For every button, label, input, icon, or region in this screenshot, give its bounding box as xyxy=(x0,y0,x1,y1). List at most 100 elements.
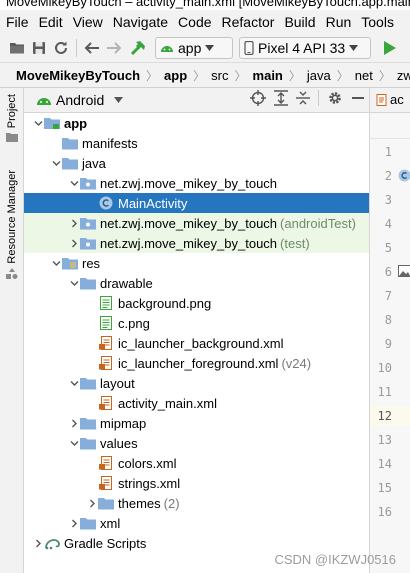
tree-node-label: strings.xml xyxy=(118,475,181,491)
tree-node[interactable]: layout xyxy=(24,373,369,393)
menu-code[interactable]: Code xyxy=(172,14,215,30)
tree-node-label: Gradle Scripts xyxy=(64,535,147,551)
editor-tab-label: ac xyxy=(390,92,404,107)
tree-node[interactable]: manifests xyxy=(24,133,369,153)
breadcrumb-item[interactable]: main xyxy=(251,68,285,83)
tree-node[interactable]: drawable xyxy=(24,273,369,293)
header-separator xyxy=(318,90,319,106)
class-gutter-icon[interactable] xyxy=(398,169,410,183)
tree-node[interactable]: net.zwj.move_mikey_by_touch (androidTest) xyxy=(24,213,369,233)
menu-edit[interactable]: Edit xyxy=(33,14,67,30)
resource-manager-tool-tab[interactable]: Resource Manager xyxy=(3,170,21,280)
tree-node[interactable]: xml xyxy=(24,513,369,533)
tree-node[interactable]: net.zwj.move_mikey_by_touch xyxy=(24,173,369,193)
locate-target-icon[interactable] xyxy=(250,90,266,106)
chevron-down-icon[interactable] xyxy=(34,119,43,128)
tree-node[interactable]: themes (2) xyxy=(24,493,369,513)
chevron-down-icon[interactable] xyxy=(114,97,124,103)
chevron-down-icon[interactable] xyxy=(70,439,79,448)
project-tool-tab[interactable]: Project xyxy=(3,94,21,143)
breadcrumb-item[interactable]: java xyxy=(305,68,333,83)
forward-arrow-icon[interactable] xyxy=(103,37,125,59)
tree-node[interactable]: colors.xml xyxy=(24,453,369,473)
tree-toggle[interactable] xyxy=(68,173,80,193)
tree-toggle[interactable] xyxy=(86,493,98,513)
project-tree: app manifests java net.zwj.move_mikey_by_to… xyxy=(24,113,369,553)
tree-node[interactable]: net.zwj.move_mikey_by_touch (test) xyxy=(24,233,369,253)
breadcrumb-item[interactable]: MoveMikeyByTouch xyxy=(14,68,142,83)
run-play-icon[interactable] xyxy=(379,37,401,59)
chevron-down-icon[interactable] xyxy=(70,179,79,188)
breadcrumb-item[interactable]: net xyxy=(353,68,375,83)
expand-all-icon[interactable] xyxy=(274,90,288,106)
tree-toggle[interactable] xyxy=(68,233,80,253)
run-configuration-selector[interactable]: app xyxy=(155,37,233,59)
chevron-right-icon[interactable] xyxy=(34,539,43,548)
tree-node[interactable]: c.png xyxy=(24,313,369,333)
chevron-right-icon[interactable] xyxy=(88,499,97,508)
tree-toggle[interactable] xyxy=(50,153,62,173)
breadcrumb-item[interactable]: zwj xyxy=(395,68,410,83)
tree-toggle[interactable] xyxy=(32,113,44,133)
tree-toggle[interactable] xyxy=(68,433,80,453)
tree-node[interactable]: res xyxy=(24,253,369,273)
menu-view[interactable]: View xyxy=(67,14,107,30)
chevron-right-icon[interactable] xyxy=(70,419,79,428)
tree-node[interactable]: Gradle Scripts xyxy=(24,533,369,553)
editor-tab[interactable]: ac xyxy=(376,92,404,107)
tree-toggle[interactable] xyxy=(68,213,80,233)
back-arrow-icon[interactable] xyxy=(81,37,103,59)
menu-navigate[interactable]: Navigate xyxy=(107,14,172,30)
menu-file[interactable]: File xyxy=(0,14,33,30)
build-hammer-icon[interactable] xyxy=(127,37,149,59)
tree-toggle xyxy=(50,133,62,153)
tree-node[interactable]: values xyxy=(24,433,369,453)
chevron-right-icon[interactable] xyxy=(70,239,79,248)
line-number: 15 xyxy=(377,481,392,495)
tree-node[interactable]: strings.xml xyxy=(24,473,369,493)
tree-toggle[interactable] xyxy=(50,253,62,273)
tree-node[interactable]: activity_main.xml xyxy=(24,393,369,413)
tree-toggle[interactable] xyxy=(68,513,80,533)
open-folder-icon[interactable] xyxy=(6,37,28,59)
chevron-down-icon[interactable] xyxy=(52,259,61,268)
tree-node[interactable]: MainActivity xyxy=(24,193,369,213)
menu-tools[interactable]: Tools xyxy=(355,14,398,30)
sync-icon[interactable] xyxy=(50,37,72,59)
device-selector[interactable]: Pixel 4 API 33 xyxy=(239,37,371,59)
save-icon[interactable] xyxy=(28,37,50,59)
tree-node-label: app xyxy=(64,115,88,131)
tree-node[interactable]: java xyxy=(24,153,369,173)
tree-toggle xyxy=(86,333,98,353)
minimize-panel-icon[interactable] xyxy=(351,90,365,106)
collapse-all-icon[interactable] xyxy=(296,90,310,106)
tree-toggle[interactable] xyxy=(32,533,44,553)
tree-node[interactable]: ic_launcher_foreground.xml (v24) xyxy=(24,353,369,373)
breadcrumb-item[interactable]: app xyxy=(162,68,189,83)
gear-icon[interactable] xyxy=(327,90,343,106)
tree-toggle xyxy=(86,473,98,493)
folder-icon xyxy=(62,155,78,171)
tree-node-label: drawable xyxy=(100,275,153,291)
menu-build[interactable]: Build xyxy=(278,14,319,30)
tree-node[interactable]: mipmap xyxy=(24,413,369,433)
tree-node[interactable]: app xyxy=(24,113,369,133)
tree-toggle[interactable] xyxy=(68,413,80,433)
chevron-down-icon[interactable] xyxy=(70,379,79,388)
breadcrumb-separator: 〉 xyxy=(193,68,206,83)
tree-node[interactable]: ic_launcher_background.xml xyxy=(24,333,369,353)
chevron-right-icon[interactable] xyxy=(70,219,79,228)
image-preview-icon[interactable] xyxy=(398,265,410,279)
chevron-down-icon[interactable] xyxy=(52,159,61,168)
menu-run[interactable]: Run xyxy=(320,14,356,30)
tree-toggle[interactable] xyxy=(68,373,80,393)
menu-refactor[interactable]: Refactor xyxy=(216,14,279,30)
breadcrumb-item[interactable]: src xyxy=(209,68,230,83)
android-icon xyxy=(161,46,173,52)
line-number: 9 xyxy=(384,337,392,351)
tree-toggle[interactable] xyxy=(68,273,80,293)
chevron-right-icon[interactable] xyxy=(70,519,79,528)
tree-node[interactable]: background.png xyxy=(24,293,369,313)
chevron-down-icon[interactable] xyxy=(70,279,79,288)
project-view-label[interactable]: Android xyxy=(56,92,104,108)
